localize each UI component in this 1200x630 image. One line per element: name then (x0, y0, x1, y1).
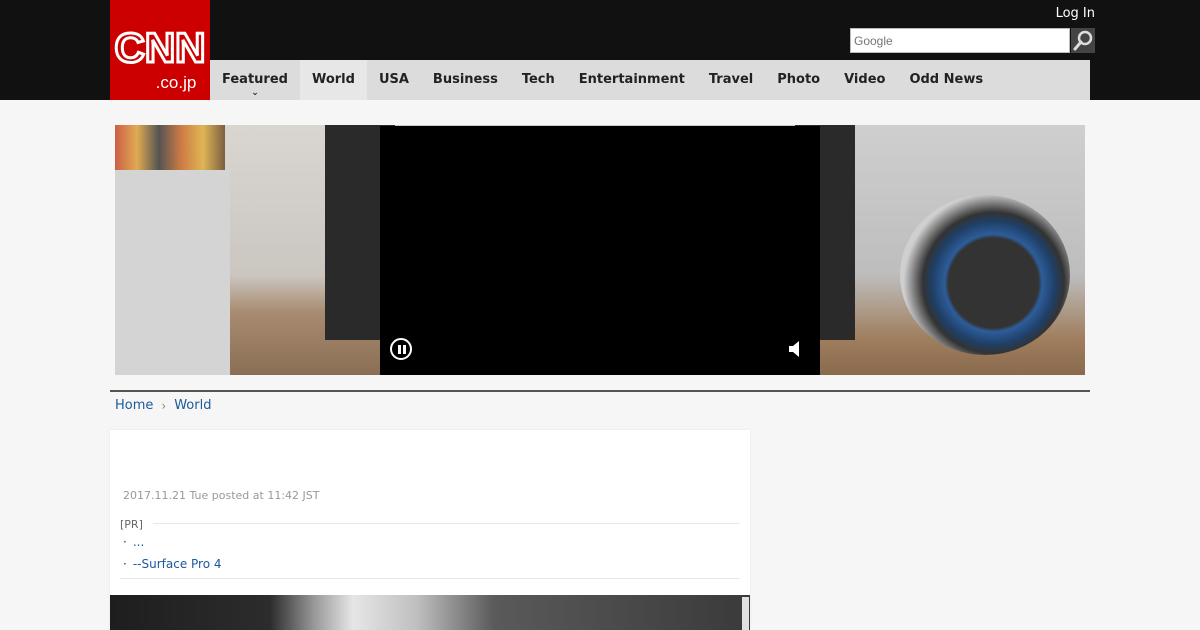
search-input[interactable] (850, 28, 1070, 53)
photo-credit (742, 597, 749, 630)
svg-text:.co.jp: .co.jp (156, 73, 197, 92)
nav-item-entertainment[interactable]: Entertainment (567, 60, 697, 100)
nav-item-label: Tech (521, 72, 555, 87)
breadcrumb-home[interactable]: Home (115, 398, 153, 413)
nav-item-label: Video (844, 72, 886, 87)
chevron-down-icon: ⌄ (251, 88, 259, 98)
search-button[interactable] (1071, 28, 1095, 53)
nav-item-world[interactable]: World (299, 60, 367, 100)
nav-item-tech[interactable]: Tech (510, 60, 567, 100)
nav-item-label: Featured (222, 72, 288, 87)
bullet-icon: · (123, 535, 127, 549)
bullet-icon: · (123, 557, 127, 571)
video-player[interactable] (380, 126, 820, 375)
video-ad-banner[interactable] (115, 125, 1085, 375)
breadcrumb-current[interactable]: World (174, 398, 211, 413)
nav-item-label: Travel (708, 72, 754, 87)
banner-cup-image (115, 170, 230, 375)
pr-label: [PR] (120, 518, 143, 531)
banner-pencils-image (115, 125, 225, 170)
nav-item-label: World (311, 72, 355, 87)
banner-headphones-image (900, 195, 1070, 355)
top-bar: CNN .co.jp Log In Featured ⌄ World USA B… (0, 0, 1200, 100)
nav-item-label: USA (378, 72, 409, 87)
pr-link[interactable]: ·... (123, 535, 144, 549)
cnn-logo-mark: CNN .co.jp (113, 23, 207, 93)
pr-divider-bottom (120, 578, 740, 579)
svg-text:CNN: CNN (115, 24, 206, 71)
cnn-logo[interactable]: CNN .co.jp (110, 0, 210, 100)
article-card: 2017.11.21 Tue posted at 11:42 JST [PR] … (110, 430, 750, 630)
speaker-icon[interactable] (789, 340, 803, 358)
search-icon (1073, 30, 1093, 51)
nav-item-label: Entertainment (578, 72, 685, 87)
pause-icon[interactable] (390, 338, 412, 360)
pr-link-label: ... (132, 535, 145, 549)
nav-item-odd-news[interactable]: Odd News (897, 60, 995, 100)
nav-item-photo[interactable]: Photo (765, 60, 832, 100)
article-date: 2017.11.21 Tue posted at 11:42 JST (123, 489, 320, 502)
nav-item-label: Odd News (909, 72, 984, 87)
nav-item-video[interactable]: Video (832, 60, 897, 100)
article-photo[interactable] (110, 595, 750, 630)
main-nav: Featured ⌄ World USA Business Tech Enter… (210, 60, 1090, 100)
pr-divider (153, 523, 740, 524)
nav-item-usa[interactable]: USA (367, 60, 421, 100)
nav-item-travel[interactable]: Travel (697, 60, 765, 100)
chevron-right-icon: › (161, 398, 167, 413)
nav-item-label: Business (432, 72, 498, 87)
section-divider (110, 390, 1090, 392)
pr-link-label: --Surface Pro 4 (132, 557, 222, 571)
nav-item-label: Photo (777, 72, 821, 87)
nav-item-featured[interactable]: Featured ⌄ (210, 60, 300, 100)
login-link[interactable]: Log In (1056, 6, 1095, 21)
nav-item-business[interactable]: Business (421, 60, 510, 100)
pr-link[interactable]: · --Surface Pro 4 (123, 557, 222, 571)
breadcrumb: Home › World (115, 398, 211, 413)
